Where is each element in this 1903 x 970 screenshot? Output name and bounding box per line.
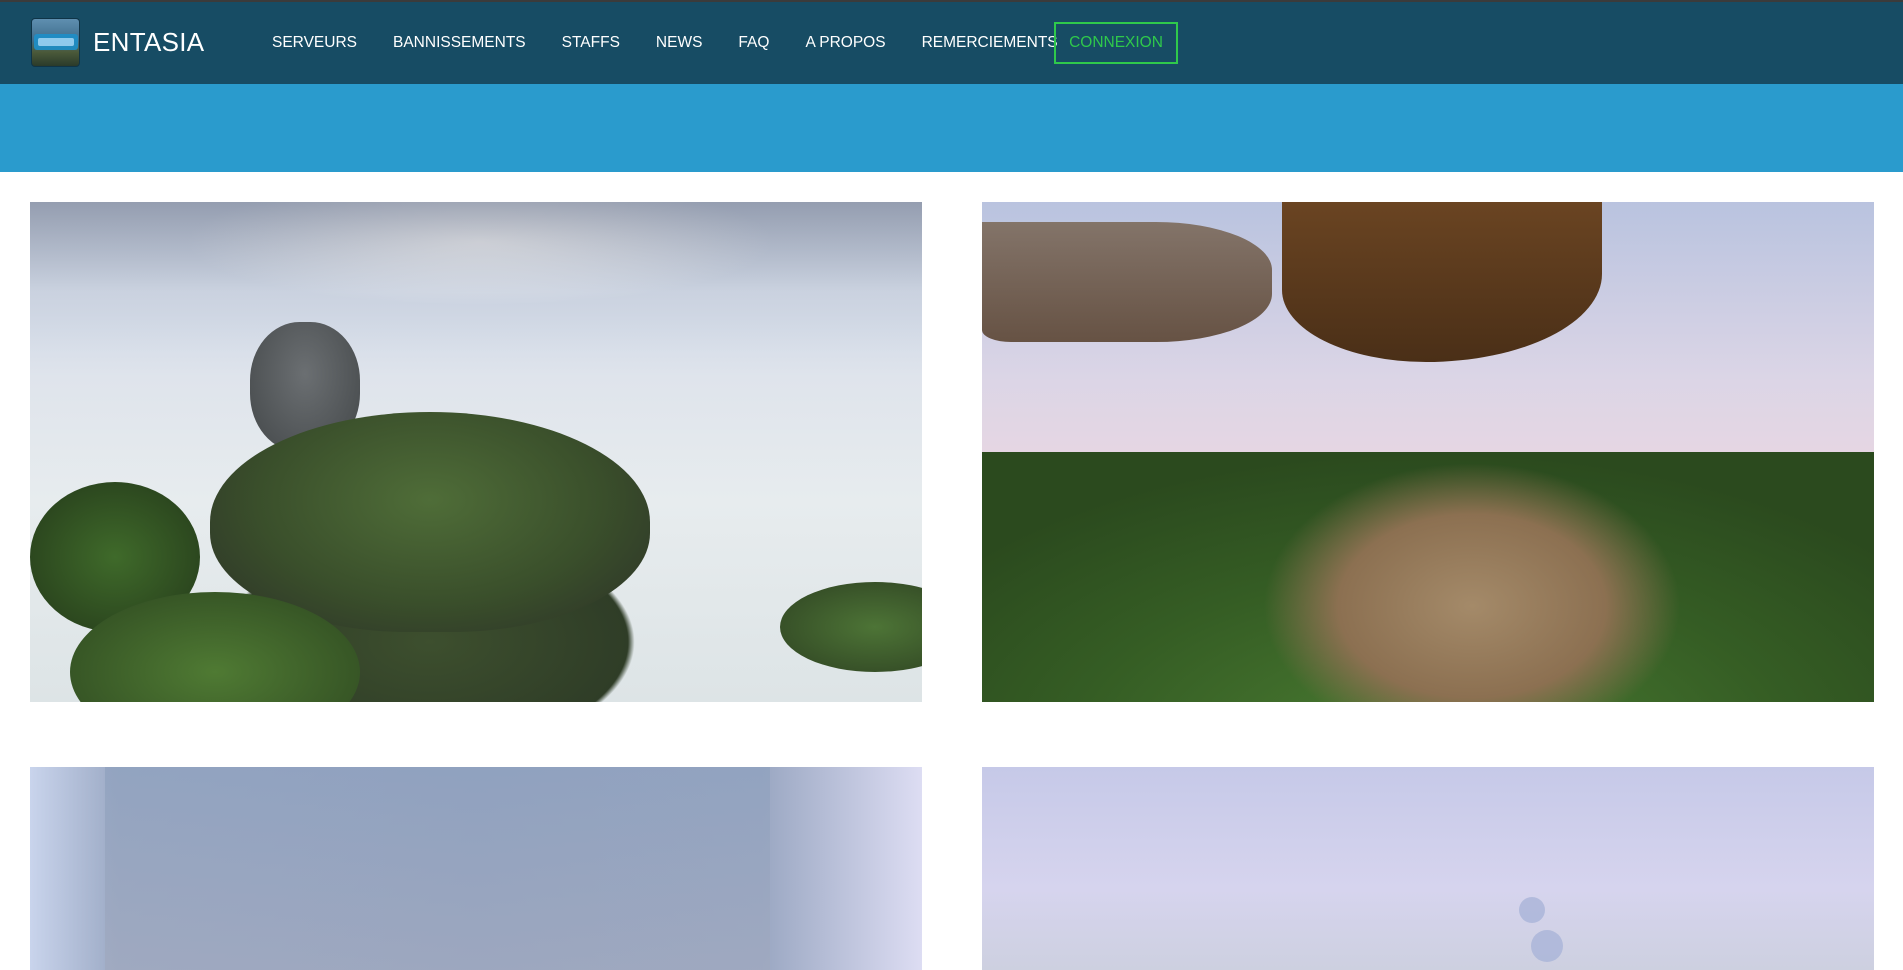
nav-item-remerciements[interactable]: REMERCIEMENTS: [922, 34, 1058, 52]
nav-item-faq[interactable]: FAQ: [738, 34, 769, 52]
nav-item-bannissements[interactable]: BANNISSEMENTS: [393, 34, 526, 52]
brand-link[interactable]: ENTASIA: [31, 18, 204, 67]
nav-item-a-propos[interactable]: A PROPOS: [805, 34, 885, 52]
brand-name: ENTASIA: [93, 27, 205, 57]
gallery-image-airship-village[interactable]: [982, 202, 1874, 702]
nav-item-staffs[interactable]: STAFFS: [562, 34, 620, 52]
nav-item-serveurs[interactable]: SERVEURS: [272, 34, 357, 52]
gallery-image-sky-tower[interactable]: [30, 767, 922, 970]
gallery-image-floating-islands[interactable]: [30, 202, 922, 702]
login-button[interactable]: CONNEXION: [1054, 22, 1178, 64]
navbar: ENTASIA SERVEURS BANNISSEMENTS STAFFS NE…: [0, 2, 1903, 84]
main-nav: SERVEURS BANNISSEMENTS STAFFS NEWS FAQ A…: [272, 2, 1094, 84]
hero-banner: [0, 84, 1903, 172]
gallery-image-pale-sky[interactable]: [982, 767, 1874, 970]
logo-icon: [31, 18, 80, 67]
nav-item-news[interactable]: NEWS: [656, 34, 703, 52]
